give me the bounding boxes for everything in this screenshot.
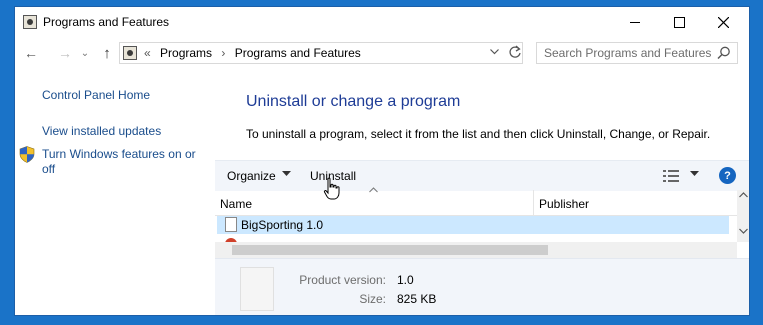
breadcrumb-programs-and-features[interactable]: Programs and Features: [235, 46, 361, 60]
page-title: Uninstall or change a program: [246, 93, 461, 110]
navigation-bar: ← → ⌄ ↑ « Programs › Programs and Featur…: [15, 39, 749, 67]
control-panel-home-link[interactable]: Control Panel Home: [42, 88, 150, 103]
command-bar: Organize Uninstall ?: [215, 160, 749, 200]
product-version-label: Product version:: [299, 273, 386, 287]
address-dropdown-icon[interactable]: [490, 46, 499, 58]
up-arrow-icon: ↑: [103, 44, 111, 62]
breadcrumb-separator[interactable]: ›: [221, 46, 225, 60]
details-pane: Product version: 1.0 Size: 825 KB: [215, 258, 749, 315]
help-icon[interactable]: ?: [719, 167, 736, 184]
minimize-button[interactable]: [613, 7, 657, 37]
uac-shield-icon: [19, 146, 35, 163]
search-icon[interactable]: [717, 46, 731, 60]
control-panel-icon: [123, 46, 137, 60]
product-version-value: 1.0: [397, 273, 414, 287]
search-input[interactable]: [537, 43, 714, 63]
program-document-icon: [240, 267, 274, 311]
close-button[interactable]: [701, 7, 745, 37]
turn-windows-features-link[interactable]: Turn Windows features on or off: [42, 147, 212, 177]
breadcrumb: « Programs › Programs and Features: [144, 46, 367, 60]
scrollbar-thumb[interactable]: [232, 245, 548, 255]
minimize-icon: [630, 21, 640, 23]
back-arrow-icon: ←: [24, 45, 38, 61]
column-header-publisher[interactable]: Publisher: [539, 197, 589, 211]
breadcrumb-overflow[interactable]: «: [144, 46, 151, 60]
maximize-button[interactable]: [657, 7, 701, 37]
search-box[interactable]: [536, 42, 738, 64]
address-bar[interactable]: « Programs › Programs and Features: [119, 42, 523, 64]
recent-locations-button[interactable]: ⌄: [75, 43, 95, 63]
left-pane: Control Panel Home View installed update…: [15, 69, 215, 315]
program-name: BigSporting 1.0: [241, 218, 324, 232]
horizontal-scrollbar[interactable]: [215, 242, 737, 258]
forward-button[interactable]: →: [55, 43, 75, 63]
scroll-down-icon[interactable]: [739, 228, 748, 234]
page-description: To uninstall a program, select it from t…: [246, 127, 711, 141]
sort-ascending-icon: [369, 187, 378, 193]
column-divider[interactable]: [533, 190, 534, 215]
forward-arrow-icon: →: [58, 45, 72, 61]
size-label: Size:: [359, 292, 386, 306]
up-button[interactable]: ↑: [97, 43, 117, 63]
breadcrumb-programs[interactable]: Programs: [160, 46, 212, 60]
window-title: Programs and Features: [43, 15, 170, 29]
organize-button[interactable]: Organize: [227, 169, 276, 183]
vertical-scrollbar[interactable]: [737, 190, 749, 242]
programs-and-features-window: Programs and Features ← → ⌄ ↑ « Programs…: [14, 6, 750, 316]
table-row[interactable]: BigSporting 1.0: [217, 216, 729, 234]
scroll-up-icon[interactable]: [739, 192, 748, 198]
list-header: Name Publisher: [215, 187, 737, 216]
view-installed-updates-link[interactable]: View installed updates: [42, 124, 161, 139]
title-bar[interactable]: Programs and Features: [15, 7, 749, 37]
chevron-down-icon[interactable]: [282, 171, 291, 177]
program-file-icon: [225, 217, 237, 232]
close-icon: [717, 16, 729, 28]
maximize-icon: [673, 16, 685, 28]
column-header-name[interactable]: Name: [220, 197, 252, 211]
view-options-icon[interactable]: [663, 170, 679, 182]
program-list: Name Publisher BigSporting 1.0: [215, 187, 749, 262]
chevron-down-icon: ⌄: [80, 47, 90, 59]
control-panel-icon: [23, 15, 37, 29]
refresh-icon[interactable]: [508, 44, 522, 63]
size-value: 825 KB: [397, 292, 437, 306]
chevron-down-icon[interactable]: [690, 171, 699, 177]
back-button[interactable]: ←: [21, 43, 41, 63]
